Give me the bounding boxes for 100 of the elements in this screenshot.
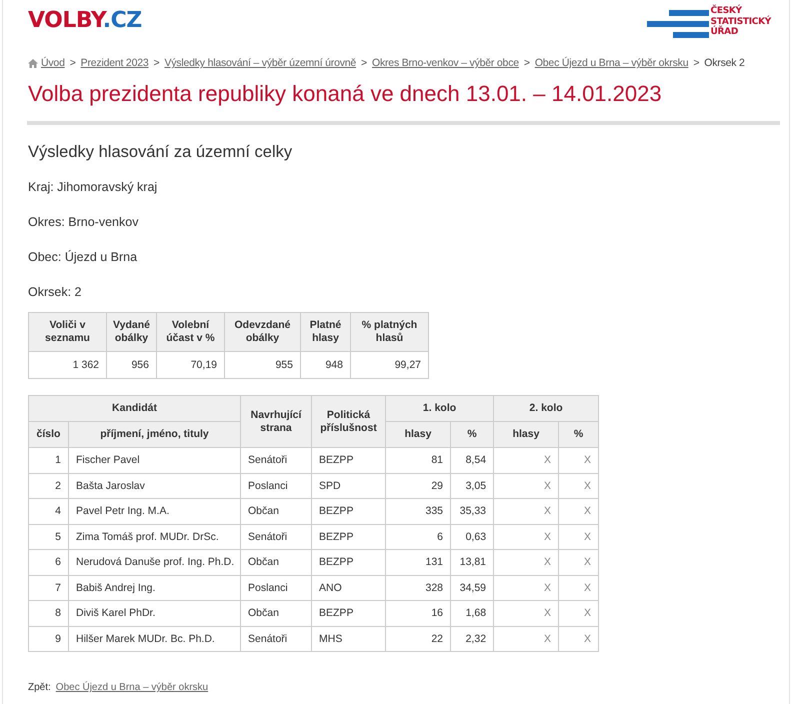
table-cell: Bašta Jaroslav [68,473,241,498]
table-cell: Občan [240,550,312,575]
info-line: Obec: Újezd u Brna [28,249,138,266]
breadcrumb-current: Okrsek 2 [704,57,745,69]
table-cell: X [494,473,559,498]
table-cell: 5 [28,524,68,550]
table-cell: Senátoři [240,448,312,473]
table-cell: Babiš Andrej Ing. [68,575,241,600]
table-cell: SPD [312,473,386,498]
table-cell: BEZPP [312,498,386,524]
table-cell: ANO [312,575,386,600]
breadcrumb-link[interactable]: Prezident 2023 [80,57,148,69]
column-header: % [558,422,599,448]
table-cell: 2 [28,473,68,498]
table-cell: 948 [300,352,350,378]
back-link[interactable]: Obec Újezd u Brna – výběr okrsku [56,682,208,693]
table-cell: Diviš Karel PhDr. [68,600,241,626]
home-icon[interactable] [28,58,38,68]
column-header: hlasy [494,422,559,448]
column-header: hlasy [386,422,451,448]
table-cell: X [494,448,559,473]
table-cell: Nerudová Danuše prof. Ing. Ph.D. [68,550,241,575]
table-cell: Občan [240,600,312,626]
column-header: Platné hlasy [300,312,350,352]
table-cell: 7 [28,575,68,600]
table-cell: 4 [28,498,68,524]
table-cell: X [494,626,559,652]
table-cell: 956 [106,352,156,378]
column-header: Volební účast v % [156,312,224,352]
column-header: % [450,422,494,448]
table-cell: BEZPP [312,600,386,626]
table-cell: MHS [312,626,386,652]
table-cell: BEZPP [312,448,386,473]
table-cell: Poslanci [240,473,312,498]
column-header: 1. kolo [386,396,494,422]
table-cell: 34,59 [450,575,494,600]
table-cell: Poslanci [240,575,312,600]
breadcrumb-link[interactable]: Okres Brno-venkov – výběr obce [372,57,519,69]
column-header: Kandidát [28,396,241,422]
info-line: Okres: Brno-venkov [28,214,140,231]
table-cell: X [558,524,599,550]
table-cell: X [494,498,559,524]
column-header: 2. kolo [494,396,599,422]
table-cell: Fischer Pavel [68,448,241,473]
column-header: Odevzdané obálky [224,312,300,352]
table-cell: 1,68 [450,600,494,626]
table-cell: X [558,575,599,600]
table-cell: 16 [386,600,451,626]
table-cell: X [558,626,599,652]
table-cell: 131 [386,550,451,575]
table-cell: X [494,600,559,626]
table-cell: 81 [386,448,451,473]
breadcrumb-link[interactable]: Úvod [41,57,65,69]
column-header: Navrhující strana [240,396,312,448]
table-cell: X [558,498,599,524]
table-cell: BEZPP [312,524,386,550]
page-title: Volba prezidenta republiky konaná ve dnech 13.01. – 14.01.2023 [28,80,663,108]
info-line: Kraj: Jihomoravský kraj [28,179,158,196]
table-cell: 29 [386,473,451,498]
table-cell: 6 [386,524,451,550]
column-header: % platných hlasů [350,312,428,352]
table-cell: X [558,600,599,626]
table-cell: X [494,524,559,550]
table-cell: Senátoři [240,524,312,550]
back-label: Zpět: [28,682,51,693]
table-cell: 0,63 [450,524,494,550]
table-cell: 335 [386,498,451,524]
table-cell: Hilšer Marek MUDr. Bc. Ph.D. [68,626,241,652]
breadcrumb-separator: > [361,57,367,69]
site-logo[interactable]: VOLBY.CZ [28,8,142,33]
table-cell: BEZPP [312,550,386,575]
table-cell: 3,05 [450,473,494,498]
column-header: Vydané obálky [106,312,156,352]
breadcrumb-separator: > [154,57,160,69]
table-cell: 1 362 [28,352,106,378]
table-cell: X [494,575,559,600]
table-cell: 70,19 [156,352,224,378]
table-cell: 99,27 [350,352,428,378]
table-cell: Občan [240,498,312,524]
table-cell: 6 [28,550,68,575]
section-title: Výsledky hlasování za územní celky [28,142,294,163]
breadcrumb-link[interactable]: Výsledky hlasování – výběr územní úrovně [164,57,356,69]
table-cell: 2,32 [450,626,494,652]
breadcrumb-separator: > [524,57,530,69]
breadcrumb-separator: > [693,57,700,69]
breadcrumb-separator: > [70,57,76,69]
agency-logo[interactable]: ČESKÝ STATISTICKÝ ÚŘAD [646,6,771,40]
breadcrumb-link[interactable]: Obec Újezd u Brna – výběr okrsku [534,57,688,69]
table-cell: 8 [28,600,68,626]
table-cell: X [494,550,559,575]
table-cell: Zima Tomáš prof. MUDr. DrSc. [68,524,241,550]
column-header: číslo [28,422,68,448]
info-line: Okrsek: 2 [28,284,82,301]
table-cell: 22 [386,626,451,652]
table-cell: 955 [224,352,300,378]
table-cell: 13,81 [450,550,494,575]
table-cell: X [558,448,599,473]
table-cell: Senátoři [240,626,312,652]
table-cell: X [558,473,599,498]
table-cell: 8,54 [450,448,494,473]
